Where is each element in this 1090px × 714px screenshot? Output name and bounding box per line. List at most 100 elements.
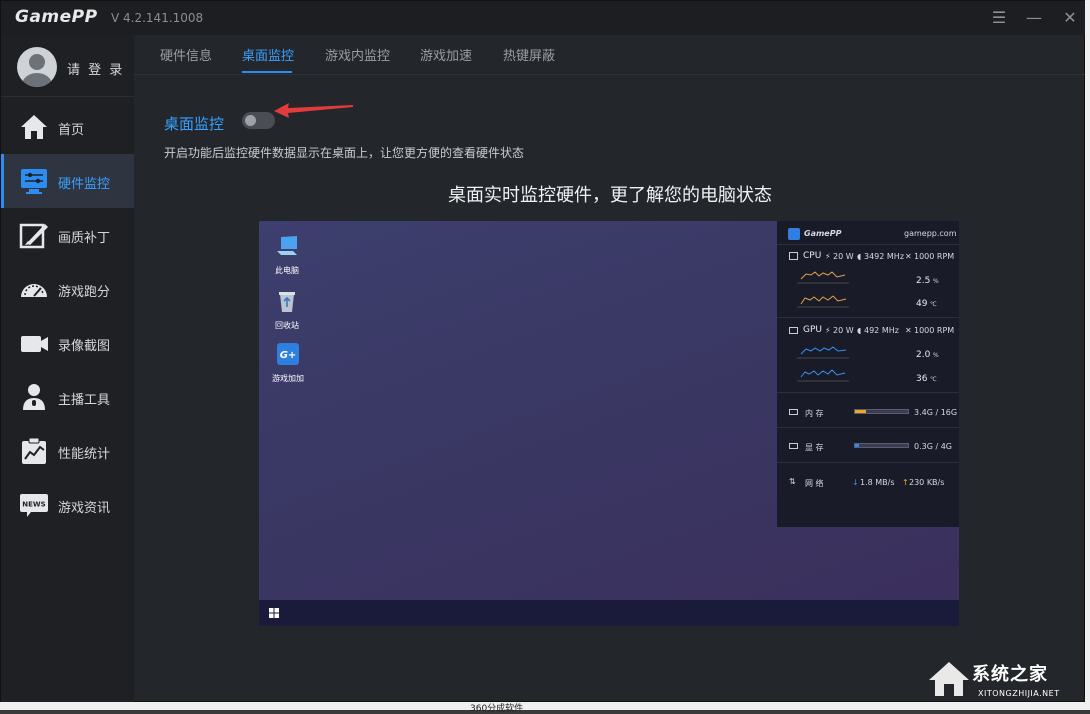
download-arrow-icon: ↓ [852, 478, 859, 487]
divider [777, 317, 959, 318]
cpu-usage: 2.5 [916, 276, 931, 286]
gpu-fan: 1000 RPM [914, 326, 955, 335]
clock-icon: ◖ [857, 326, 862, 335]
setting-description: 开启功能后监控硬件数据显示在桌面上，让您更方便的查看硬件状态 [164, 146, 525, 160]
divider [777, 462, 959, 463]
sidebar-item-label: 画质补丁 [58, 231, 111, 246]
network-label: 网 络 [805, 479, 824, 488]
desktop-icon-gamepp: G+ 游戏加加 [263, 342, 313, 384]
network-icon: ⇅ [789, 477, 796, 486]
sidebar-item-label: 游戏资讯 [58, 501, 111, 516]
brush-icon [19, 223, 48, 249]
sidebar-item-performance-stats[interactable]: 性能统计 [1, 424, 134, 478]
desktop-monitor-label: 桌面监控 [164, 115, 225, 133]
sidebar-item-game-news[interactable]: NEWS 游戏资讯 [1, 478, 134, 532]
sidebar-item-hardware-monitor[interactable]: 硬件监控 [1, 154, 134, 208]
title-bar[interactable]: GamePP V 4.2.141.1008 ☰ — ✕ [1, 1, 1086, 35]
house-logo-icon [929, 662, 969, 696]
streamer-icon [23, 384, 45, 410]
cpu-temp-sparkline [797, 295, 849, 308]
upload-arrow-icon: ↑ [902, 478, 909, 487]
recycle-bin-icon [279, 292, 295, 312]
toggle-knob [245, 115, 256, 126]
fan-icon: ✕ [905, 252, 912, 261]
watermark: 系统之家 XITONGZHIJIA.NET [926, 656, 1086, 704]
vram-value: 0.3G / 4G [914, 442, 952, 451]
divider [777, 427, 959, 428]
vram-icon [789, 443, 798, 449]
background-window-strip [1085, 0, 1090, 710]
tab-hotkey-block[interactable]: 热键屏蔽 [503, 45, 555, 64]
gpu-label: GPU [803, 325, 822, 335]
sidebar-item-home[interactable]: 首页 [1, 100, 134, 154]
gpu-temp-unit: ℃ [930, 376, 937, 383]
sidebar-item-label: 性能统计 [58, 447, 111, 462]
chart-clipboard-icon [22, 437, 46, 464]
memory-icon [789, 409, 798, 415]
network-down: 1.8 MB/s [860, 478, 895, 487]
avatar[interactable] [17, 47, 57, 87]
taskbar [259, 600, 959, 626]
monitor-sliders-icon [21, 169, 47, 194]
video-camera-icon [21, 336, 48, 352]
desktop-preview: 此电脑 回收站 G+ 游戏加加 GamePP gamepp.com CPU ⚡ … [259, 221, 959, 626]
cpu-label: CPU [803, 251, 822, 261]
gpu-temp: 36 [916, 374, 928, 384]
background-text: 360分成软件 [470, 704, 524, 714]
desktop-icon-label: 此电脑 [275, 266, 299, 275]
cpu-fan: 1000 RPM [914, 252, 955, 261]
home-icon [21, 115, 47, 139]
minimize-button[interactable]: — [1023, 7, 1045, 29]
app-version: V 4.2.141.1008 [111, 11, 204, 25]
monitor-overlay: GamePP gamepp.com CPU ⚡ 20 W ◖ 3492 MHz … [777, 221, 959, 527]
red-arrow-icon [274, 103, 353, 118]
sidebar-item-streamer-tools[interactable]: 主播工具 [1, 370, 134, 424]
close-button[interactable]: ✕ [1059, 7, 1081, 29]
watermark-sub: XITONGZHIJIA.NET [978, 689, 1060, 698]
gamepp-window: GamePP V 4.2.141.1008 ☰ — ✕ 请 登 录 首页 硬件监… [0, 0, 1086, 704]
tab-desktop-monitor[interactable]: 桌面监控 [242, 45, 294, 64]
memory-value: 3.4G / 16G [914, 408, 958, 417]
cpu-usage-sparkline [797, 271, 849, 284]
gpu-usage: 2.0 [916, 350, 931, 360]
sidebar-item-quality-patch[interactable]: 画质补丁 [1, 208, 134, 262]
svg-text:G+: G+ [280, 350, 297, 361]
sidebar-item-label: 主播工具 [58, 393, 111, 408]
vram-bar [854, 443, 909, 448]
tab-bar: 硬件信息 桌面监控 游戏内监控 游戏加速 热键屏蔽 [134, 35, 1086, 75]
preview-headline: 桌面实时监控硬件，更了解您的电脑状态 [448, 185, 772, 206]
sidebar: 请 登 录 首页 硬件监控 画质补丁 游戏跑分 录像截图 主播工具 性能统计 N… [1, 35, 134, 703]
gpu-usage-sparkline [797, 346, 849, 359]
cpu-power: 20 W [833, 252, 854, 261]
active-tab-indicator [242, 71, 292, 73]
menu-icon[interactable]: ☰ [988, 7, 1010, 29]
desktop-icon-computer: 此电脑 [262, 234, 312, 276]
cpu-usage-unit: % [933, 278, 939, 285]
gpu-temp-sparkline [797, 369, 849, 382]
computer-icon [277, 236, 297, 255]
desktop-icon-label: 回收站 [275, 321, 299, 330]
sidebar-item-recording[interactable]: 录像截图 [1, 316, 134, 370]
desktop-monitor-toggle[interactable] [242, 112, 275, 129]
tab-game-acceleration[interactable]: 游戏加速 [420, 45, 472, 64]
network-up: 230 KB/s [909, 478, 945, 487]
app-logo: GamePP [15, 7, 98, 27]
overlay-brand: GamePP [804, 229, 842, 238]
fan-icon: ✕ [905, 326, 912, 335]
user-silhouette-icon [22, 54, 52, 87]
gpu-power: 20 W [833, 326, 854, 335]
divider [777, 392, 959, 393]
overlay-site: gamepp.com [904, 229, 957, 238]
vram-bar-fill [855, 444, 860, 447]
memory-bar-fill [855, 410, 867, 413]
cpu-temp-unit: ℃ [930, 301, 937, 308]
sidebar-item-label: 首页 [58, 123, 85, 138]
sidebar-item-benchmark[interactable]: 游戏跑分 [1, 262, 134, 316]
user-panel[interactable]: 请 登 录 [1, 35, 134, 97]
login-link[interactable]: 请 登 录 [67, 59, 124, 78]
gamepp-mini-icon [788, 228, 800, 240]
desktop-icon-label: 游戏加加 [272, 374, 304, 383]
cpu-icon [789, 252, 798, 260]
tab-hardware-info[interactable]: 硬件信息 [160, 45, 212, 64]
tab-ingame-monitor[interactable]: 游戏内监控 [325, 45, 390, 64]
